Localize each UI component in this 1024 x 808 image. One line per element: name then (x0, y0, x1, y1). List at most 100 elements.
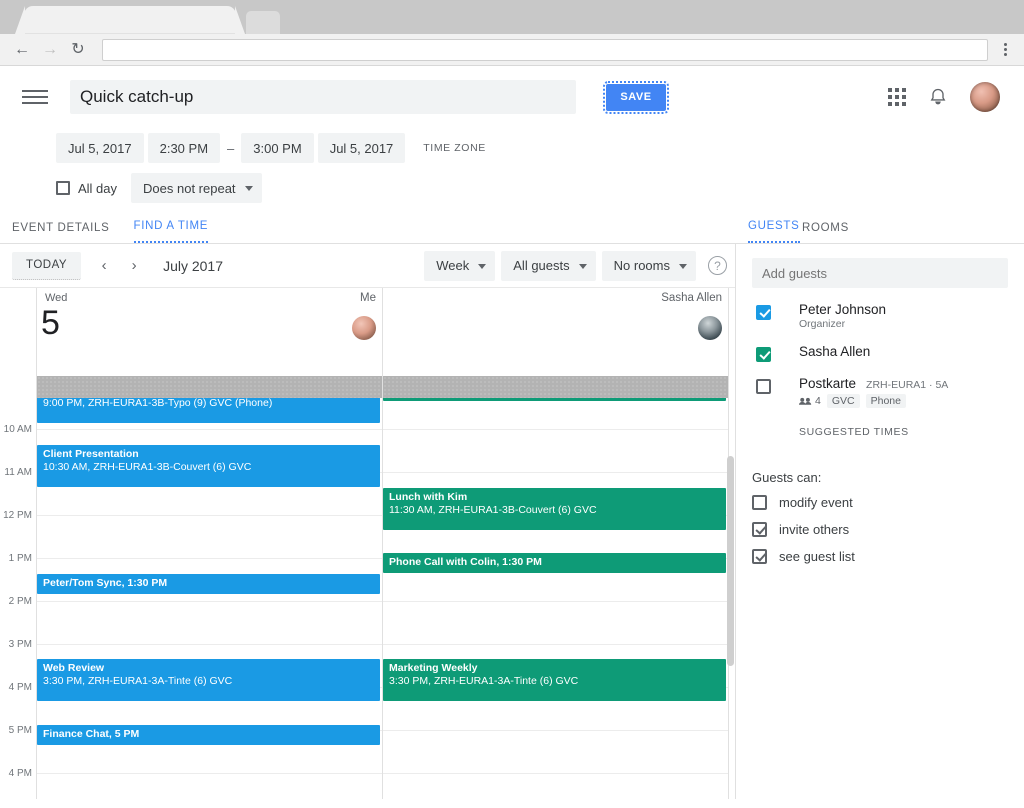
guest-row[interactable]: Postkarte ZRH-EURA1 · 5A 4 GVC Phone (752, 376, 1008, 408)
guest-checkbox[interactable] (756, 305, 771, 320)
event-title: Lunch with Kim (389, 491, 468, 503)
permission-row[interactable]: see guest list (752, 549, 1008, 564)
time-zone-label[interactable]: TIME ZONE (423, 142, 486, 154)
permission-label: modify event (779, 495, 853, 510)
calendar-event[interactable]: Client Presentation 10:30 AM, ZRH-EURA1-3… (37, 445, 380, 487)
guest-permissions: modify event invite others see guest list (752, 495, 1008, 564)
guest-info: Postkarte ZRH-EURA1 · 5A 4 GVC Phone (799, 376, 948, 408)
today-button[interactable]: TODAY (12, 251, 82, 280)
permission-label: invite others (779, 522, 850, 537)
repeat-value: Does not repeat (143, 180, 236, 196)
event-title: Client Presentation (43, 448, 139, 460)
calendar-event[interactable]: Finance Chat, 5 PM (37, 725, 380, 745)
event-subtitle: 3:30 PM, ZRH-EURA1-3A-Tinte (6) GVC (389, 675, 579, 687)
guest-row[interactable]: Peter Johnson Organizer (752, 302, 1008, 330)
time-gutter: 10 AM 11 AM 12 PM 1 PM 2 PM 3 PM 4 PM 5 PM 4 PM (0, 288, 36, 799)
tab-rooms[interactable]: ROOMS (802, 222, 849, 243)
chevron-right-icon[interactable]: › (119, 251, 149, 281)
guest-checkbox[interactable] (756, 379, 771, 394)
chevron-left-icon[interactable]: ‹ (89, 251, 119, 281)
three-dot-menu-icon[interactable] (994, 43, 1016, 56)
guest-name: Sasha Allen (799, 344, 871, 359)
permission-checkbox[interactable] (752, 549, 767, 564)
calendar-event[interactable]: Phone Call with Colin, 1:30 PM (383, 553, 726, 573)
new-tab-button[interactable] (246, 11, 280, 34)
day-number[interactable]: 5 (41, 304, 60, 343)
calendar-scrollbar[interactable] (727, 456, 734, 666)
end-time-chip[interactable]: 3:00 PM (241, 133, 314, 163)
selected-time-range[interactable] (383, 376, 728, 398)
calendar-day-column: Wed5MeStaff Meeting9:00 PM, ZRH-EURA1-3B… (37, 288, 382, 745)
time-label: 3 PM (8, 639, 32, 650)
save-button[interactable]: SAVE (603, 80, 669, 114)
forward-icon[interactable]: → (36, 36, 64, 64)
calendar-event[interactable]: Lunch with Kim 11:30 AM, ZRH-EURA1-3B-Cou… (383, 488, 726, 530)
column-person-name: Sasha Allen (661, 292, 722, 304)
time-label: 4 PM (8, 682, 32, 693)
permission-checkbox[interactable] (752, 522, 767, 537)
calendar-event[interactable]: Peter/Tom Sync, 1:30 PM (37, 574, 380, 594)
repeat-select[interactable]: Does not repeat (131, 173, 262, 203)
column-person-name: Me (360, 292, 376, 304)
all-day-checkbox[interactable] (56, 181, 70, 195)
calendar-event[interactable]: Web Review 3:30 PM, ZRH-EURA1-3A-Tinte (6… (37, 659, 380, 701)
time-label: 5 PM (8, 725, 32, 736)
start-date-chip[interactable]: Jul 5, 2017 (56, 133, 144, 163)
permission-row[interactable]: modify event (752, 495, 1008, 510)
guest-role: Organizer (799, 318, 846, 330)
address-bar-input[interactable] (102, 38, 988, 61)
time-label: 2 PM (8, 596, 32, 607)
calendar-pane: TODAY ‹ › July 2017 Week All guests No r… (0, 244, 736, 799)
room-name-line: Postkarte ZRH-EURA1 · 5A (799, 376, 948, 391)
bell-icon[interactable] (928, 87, 948, 107)
datetime-row: Jul 5, 2017 2:30 PM – 3:00 PM Jul 5, 201… (0, 128, 1024, 168)
event-title: Finance Chat, 5 PM (43, 728, 140, 740)
tab-find-a-time[interactable]: FIND A TIME (133, 220, 209, 243)
permission-checkbox[interactable] (752, 495, 767, 510)
view-select[interactable]: Week (424, 250, 496, 281)
avatar[interactable] (698, 316, 722, 340)
start-time-chip[interactable]: 2:30 PM (147, 133, 221, 163)
time-range-dash: – (227, 140, 235, 156)
hamburger-menu-icon[interactable] (18, 90, 48, 104)
time-label: 12 PM (3, 510, 32, 521)
calendar-event[interactable]: Marketing Weekly 3:30 PM, ZRH-EURA1-3A-Ti… (383, 659, 726, 701)
reload-icon[interactable]: ↻ (64, 36, 92, 64)
help-circle-icon[interactable]: ? (708, 256, 727, 275)
avatar[interactable] (970, 82, 1000, 112)
chevron-down-icon (679, 263, 687, 269)
selected-time-range[interactable] (37, 376, 382, 398)
all-day-toggle[interactable]: All day (56, 181, 117, 196)
tab-event-details[interactable]: EVENT DETAILS (12, 222, 110, 243)
chevron-down-icon (478, 263, 487, 269)
add-guests-input[interactable] (752, 258, 1008, 288)
browser-tab[interactable] (15, 6, 245, 34)
event-title: Phone Call with Colin, 1:30 PM (389, 556, 542, 568)
guest-name: Postkarte (799, 376, 857, 391)
guests-filter-select[interactable]: All guests (501, 250, 596, 281)
event-title: Peter/Tom Sync, 1:30 PM (43, 577, 168, 589)
tab-bar: EVENT DETAILS FIND A TIME GUESTS ROOMS (0, 208, 1024, 244)
permission-row[interactable]: invite others (752, 522, 1008, 537)
tab-guests[interactable]: GUESTS (748, 220, 800, 243)
guest-row[interactable]: Sasha Allen (752, 344, 1008, 362)
event-subtitle: 9:00 PM, ZRH-EURA1-3B-Typo (9) GVC (Phon… (43, 397, 273, 409)
event-title: Web Review (43, 662, 105, 674)
room-feature-tag: Phone (865, 394, 906, 408)
rooms-filter-select[interactable]: No rooms (601, 250, 696, 281)
room-capacity: 4 (799, 395, 821, 407)
room-tags: 4 GVC Phone (799, 394, 948, 408)
calendar-grid[interactable]: 10 AM 11 AM 12 PM 1 PM 2 PM 3 PM 4 PM 5 PM 4 PM … (0, 288, 735, 799)
time-label: 11 AM (4, 467, 32, 478)
guest-checkbox[interactable] (756, 347, 771, 362)
back-icon[interactable]: ← (8, 36, 36, 64)
event-title-input[interactable] (70, 80, 576, 114)
avatar[interactable] (352, 316, 376, 340)
app-header: SAVE (0, 66, 1024, 128)
apps-grid-icon[interactable] (888, 88, 906, 106)
suggested-times-label[interactable]: SUGGESTED TIMES (799, 426, 1008, 438)
guest-info: Sasha Allen (799, 344, 870, 359)
view-value: Week (436, 258, 470, 273)
room-location: ZRH-EURA1 · 5A (866, 379, 949, 391)
end-date-chip[interactable]: Jul 5, 2017 (317, 133, 406, 163)
